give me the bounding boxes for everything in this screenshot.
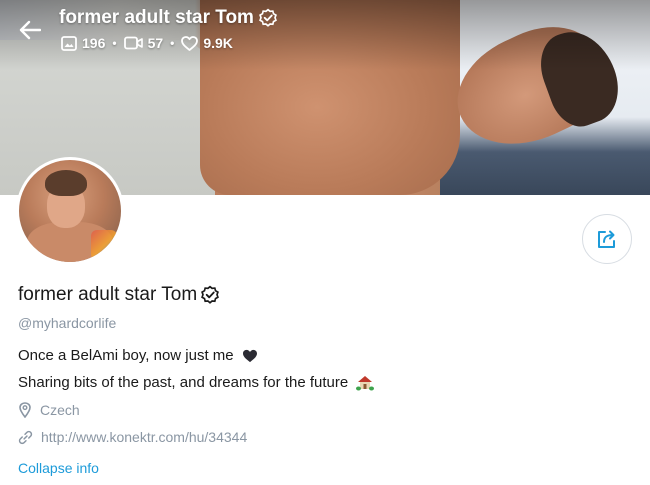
- profile-handle: @myhardcorlife: [18, 315, 117, 331]
- back-button[interactable]: [16, 16, 44, 44]
- bio-line-1: Once a BelAmi boy, now just me: [18, 347, 258, 364]
- verified-badge-icon: [259, 8, 277, 27]
- black-heart-icon: [242, 349, 257, 362]
- avatar-background-object: [91, 230, 117, 260]
- share-icon: [598, 230, 615, 248]
- house-with-garden-icon: [356, 376, 375, 391]
- stat-likes[interactable]: 9.9K: [181, 35, 233, 51]
- video-icon: [123, 36, 143, 50]
- avatar-figure-hair: [45, 170, 87, 196]
- verified-badge-icon: [201, 285, 220, 304]
- avatar[interactable]: [16, 157, 124, 265]
- bio-line-2: Sharing bits of the past, and dreams for…: [18, 374, 375, 391]
- stat-separator: •: [170, 36, 175, 50]
- stat-photos-count: 196: [82, 35, 106, 51]
- share-button[interactable]: [582, 214, 632, 264]
- stat-separator: •: [112, 36, 117, 50]
- stat-videos[interactable]: 57: [123, 35, 164, 51]
- profile-name-text: former adult star Tom: [18, 284, 198, 305]
- stat-photos[interactable]: 196: [61, 35, 105, 51]
- stat-likes-count: 9.9K: [203, 35, 233, 51]
- header-title-text: former adult star Tom: [59, 7, 254, 28]
- arrow-left-icon: [19, 20, 41, 40]
- link-icon: [18, 430, 33, 444]
- stat-videos-count: 57: [147, 35, 164, 51]
- header-stats: 196 • 57 • 9.9K: [61, 35, 233, 51]
- profile-location-text: Czech: [40, 402, 80, 418]
- bio-line-1-text: Once a BelAmi boy, now just me: [18, 347, 234, 364]
- bio-line-2-text: Sharing bits of the past, and dreams for…: [18, 374, 349, 391]
- image-icon: [61, 35, 77, 51]
- collapse-info-link[interactable]: Collapse info: [18, 460, 99, 476]
- header-title: former adult star Tom: [59, 7, 278, 29]
- location-pin-icon: [19, 402, 31, 418]
- profile-website-link[interactable]: http://www.konektr.com/hu/34344: [41, 429, 247, 445]
- top-bar: former adult star Tom 196 • 57 • 9.9K: [0, 0, 650, 60]
- profile-name: former adult star Tom: [18, 284, 220, 306]
- profile-location: Czech: [18, 402, 80, 418]
- heart-icon: [181, 35, 199, 51]
- profile-website: http://www.konektr.com/hu/34344: [18, 429, 247, 445]
